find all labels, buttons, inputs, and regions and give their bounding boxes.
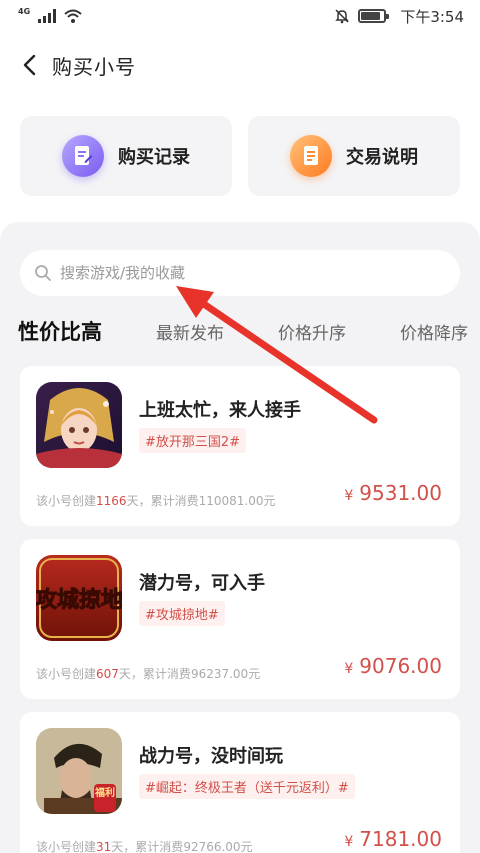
currency-symbol: ¥ (344, 834, 354, 850)
meta-days: 1166 (96, 494, 127, 508)
clock: 下午3:54 (400, 7, 464, 26)
listing-card[interactable]: 福利 战力号，没时间玩 #崛起：终极王者（送千元返利）# 该小号创建31天，累计… (20, 712, 460, 853)
battery-icon (358, 9, 390, 23)
game-thumbnail (36, 382, 122, 468)
mute-bell-icon (335, 9, 350, 24)
listing-price: ¥9076.00 (344, 654, 442, 678)
meta-spent: 110081.00 (198, 494, 264, 508)
game-logo-text: 攻城掠地 (36, 587, 122, 613)
header: 购买小号 (0, 40, 480, 90)
network-type: 4G (18, 6, 31, 16)
purchase-records-button[interactable]: 购买记录 (20, 116, 232, 196)
listing-title: 上班太忙，来人接手 (139, 400, 301, 421)
document-edit-icon (62, 135, 104, 177)
trade-instructions-label: 交易说明 (346, 147, 418, 168)
listing-title: 潜力号，可入手 (139, 573, 265, 594)
sort-tabs: 性价比高 最新发布 价格升序 价格降序 (18, 316, 468, 346)
listing-list: 上班太忙，来人接手 #放开那三国2# 该小号创建1166天，累计消费110081… (20, 366, 460, 853)
status-right: 下午3:54 (334, 6, 464, 27)
game-tag[interactable]: #崛起：终极王者（送千元返利）# (139, 774, 355, 799)
game-tag[interactable]: #攻城掠地# (139, 601, 225, 626)
currency-symbol: ¥ (344, 661, 354, 677)
listing-card[interactable]: 攻城掠地 潜力号，可入手 #攻城掠地# 该小号创建607天，累计消费96237.… (20, 539, 460, 699)
game-tag[interactable]: #放开那三国2# (139, 428, 247, 453)
listing-price: ¥9531.00 (344, 481, 442, 505)
listing-title: 战力号，没时间玩 (139, 746, 283, 767)
tab-price-asc[interactable]: 价格升序 (278, 319, 346, 344)
back-button[interactable] (14, 45, 44, 85)
meta-days: 607 (96, 667, 119, 681)
currency-symbol: ¥ (344, 488, 354, 504)
purchase-records-label: 购买记录 (118, 147, 190, 168)
action-cards: 购买记录 交易说明 (20, 116, 460, 196)
meta-created-label: 该小号创建 (36, 840, 97, 853)
search-input[interactable] (60, 264, 440, 282)
listing-meta: 该小号创建31天，累计消费92766.00元 (36, 838, 253, 853)
page-title: 购买小号 (52, 54, 136, 79)
trade-instructions-button[interactable]: 交易说明 (248, 116, 460, 196)
listing-price: ¥7181.00 (344, 827, 442, 851)
meta-spent-label: 天，累计消费 (111, 840, 184, 853)
document-list-icon (290, 135, 332, 177)
meta-unit: 元 (248, 667, 261, 681)
wifi-icon (64, 9, 82, 23)
status-bar: 4G 下午3:54 (0, 0, 480, 32)
meta-created-label: 该小号创建 (36, 667, 97, 681)
tab-best-value[interactable]: 性价比高 (18, 316, 102, 346)
tab-latest[interactable]: 最新发布 (156, 319, 224, 344)
search-bar[interactable] (20, 250, 460, 296)
listing-meta: 该小号创建1166天，累计消费110081.00元 (36, 492, 276, 509)
price-value: 9076.00 (359, 654, 442, 678)
search-icon (35, 265, 51, 281)
meta-spent-label: 天，累计消费 (126, 494, 199, 508)
tab-price-desc[interactable]: 价格降序 (400, 319, 468, 344)
price-value: 7181.00 (359, 827, 442, 851)
price-value: 9531.00 (359, 481, 442, 505)
meta-days: 31 (96, 840, 112, 853)
listing-panel: 性价比高 最新发布 价格升序 价格降序 (0, 222, 480, 853)
meta-spent: 92766.00 (183, 840, 241, 853)
signal-icon (38, 9, 57, 23)
meta-spent: 96237.00 (190, 667, 249, 681)
meta-unit: 元 (263, 494, 276, 508)
chevron-left-icon (23, 54, 36, 76)
welfare-badge-text: 福利 (94, 786, 115, 799)
game-thumbnail: 攻城掠地 (36, 555, 122, 641)
game-thumbnail: 福利 (36, 728, 122, 814)
status-left: 4G (18, 6, 82, 23)
meta-spent-label: 天，累计消费 (118, 667, 191, 681)
listing-card[interactable]: 上班太忙，来人接手 #放开那三国2# 该小号创建1166天，累计消费110081… (20, 366, 460, 526)
meta-unit: 元 (240, 840, 253, 853)
listing-meta: 该小号创建607天，累计消费96237.00元 (36, 665, 260, 682)
meta-created-label: 该小号创建 (36, 494, 97, 508)
